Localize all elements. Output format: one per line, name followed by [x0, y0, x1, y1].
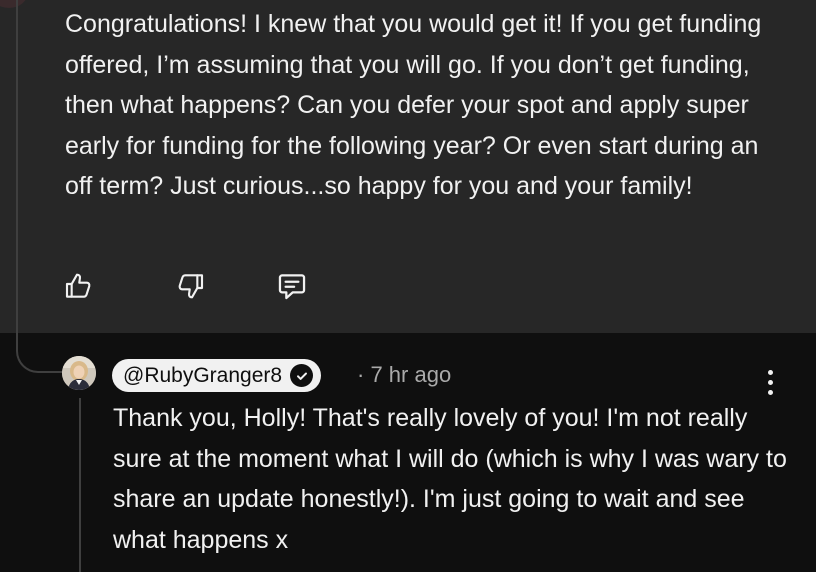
separator-dot: ·: [357, 362, 365, 387]
verified-check-icon: [290, 364, 314, 387]
reply-button[interactable]: [272, 266, 312, 306]
reply-thread-line: [79, 398, 81, 572]
dislike-button[interactable]: [170, 266, 210, 306]
time-text: 7 hr ago: [370, 362, 452, 387]
thread-line: [16, 0, 18, 333]
thumb-up-icon: [65, 273, 91, 298]
reply-timestamp[interactable]: · 7 hr ago: [357, 362, 451, 388]
reply-comment-text: Thank you, Holly! That's really lovely o…: [113, 404, 787, 554]
like-button[interactable]: [59, 266, 99, 306]
avatar-image: [62, 356, 96, 390]
avatar[interactable]: [62, 356, 96, 390]
reply-icon: [278, 274, 306, 300]
thumb-down-icon: [178, 274, 204, 299]
reply-connector-line: [16, 333, 62, 373]
author-chip[interactable]: @RubyGranger8: [112, 359, 322, 392]
author-name: @RubyGranger8: [123, 363, 283, 387]
parent-avatar[interactable]: [0, 0, 28, 8]
comment-thread: Congratulations! I knew that you would g…: [0, 0, 816, 572]
parent-comment: Congratulations! I knew that you would g…: [0, 0, 816, 333]
more-vertical-icon[interactable]: [754, 362, 786, 402]
parent-comment-text: Congratulations! I knew that you would g…: [65, 10, 762, 200]
